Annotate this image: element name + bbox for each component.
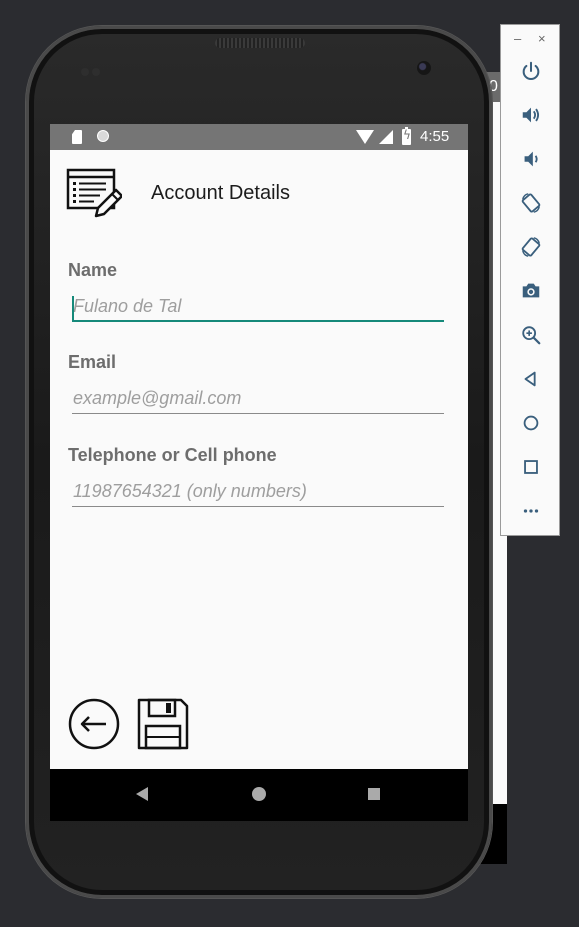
more-icon[interactable] [515, 495, 547, 527]
wifi-icon [356, 130, 374, 144]
zoom-icon[interactable] [515, 319, 547, 351]
close-button[interactable]: × [538, 31, 546, 46]
emulator-toolbar: – × [500, 24, 560, 536]
minimize-button[interactable]: – [514, 31, 521, 46]
name-label: Name [68, 260, 118, 280]
battery-charging-icon [402, 127, 411, 145]
home-icon[interactable] [515, 407, 547, 439]
phone-label: Telephone or Cell phone [68, 445, 277, 465]
volume-up-icon[interactable] [515, 99, 547, 131]
back-icon[interactable] [515, 363, 547, 395]
page-title: Account Details [151, 182, 290, 204]
nav-home-icon[interactable] [252, 787, 266, 801]
email-input[interactable] [72, 384, 444, 414]
volume-down-icon[interactable] [515, 143, 547, 175]
proximity-sensor [81, 63, 103, 76]
status-bar: 4:55 [50, 124, 468, 150]
status-clock: 4:55 [420, 128, 450, 145]
nav-recents-icon[interactable] [368, 788, 380, 800]
navigation-bar [50, 769, 468, 821]
floppy-disk-icon [137, 698, 189, 750]
email-label: Email [68, 352, 117, 372]
overview-icon[interactable] [515, 451, 547, 483]
back-button[interactable] [68, 698, 120, 750]
arrow-left-circle-icon [68, 698, 120, 750]
save-button[interactable] [137, 698, 189, 750]
nav-back-icon[interactable] [136, 787, 148, 801]
camera-icon[interactable] [515, 275, 547, 307]
power-icon[interactable] [515, 55, 547, 87]
name-input[interactable] [72, 292, 444, 322]
sd-card-icon [72, 130, 82, 144]
edit-document-icon [66, 166, 124, 222]
device-screen: 4:55 Account Details Name Email Telephon… [50, 124, 468, 821]
rotate-right-icon[interactable] [515, 231, 547, 263]
rotate-left-icon[interactable] [515, 187, 547, 219]
phone-input[interactable] [72, 477, 444, 507]
front-camera [417, 61, 431, 75]
emulator-window-controls: – × [501, 31, 559, 47]
signal-icon [379, 130, 393, 144]
sync-icon [97, 130, 109, 142]
text-caret [72, 296, 74, 320]
speaker-grille [215, 38, 305, 48]
